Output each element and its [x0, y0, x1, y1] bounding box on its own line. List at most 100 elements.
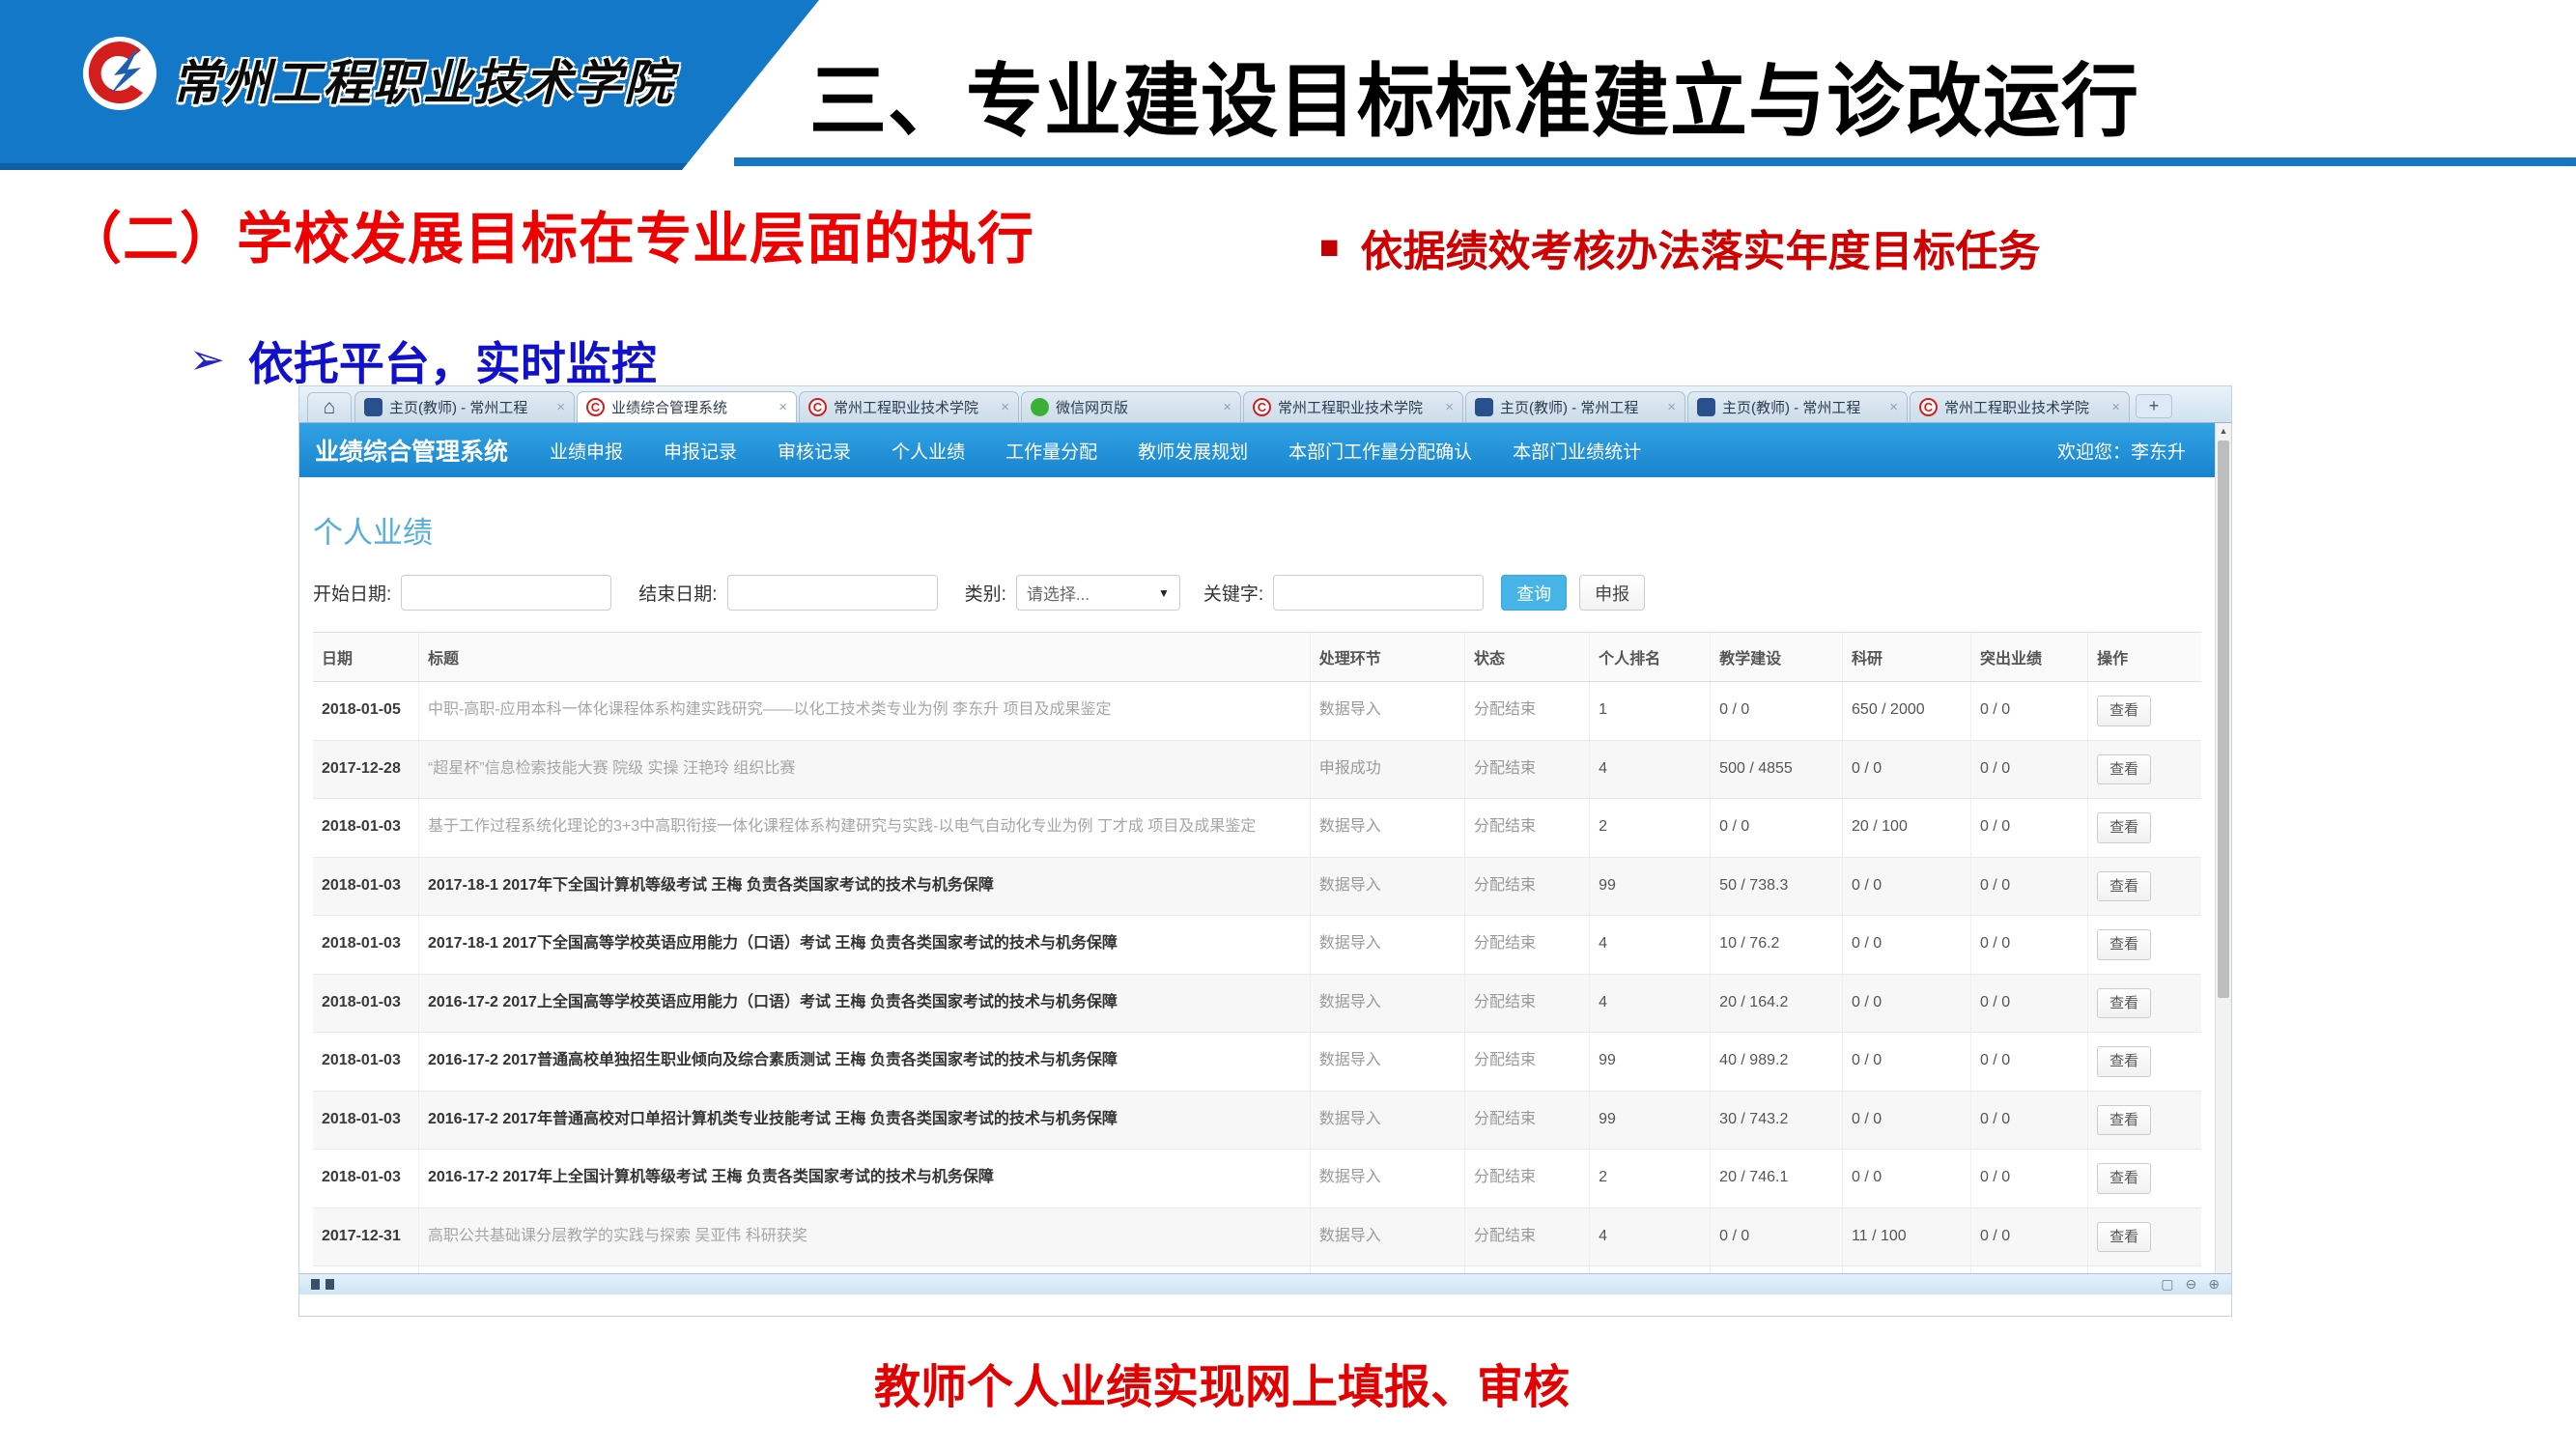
- cell-research: 11 / 100: [1843, 1208, 1971, 1266]
- tab-close-icon[interactable]: ×: [1445, 399, 1454, 415]
- cell-title: 中职-高职-应用本科一体化课程体系构建实践研究——以化工技术类专业为例 李东升 …: [418, 682, 1310, 741]
- scrollbar-thumb[interactable]: [2218, 441, 2229, 998]
- cell-research: 0 / 0: [1843, 916, 1971, 975]
- browser-tab[interactable]: 主页(教师) - 常州工程 ×: [354, 391, 575, 422]
- end-date-input[interactable]: [727, 575, 938, 611]
- table-row: 2018-01-03 2016-17-2 2017年上全国计算机等级考试 王梅 …: [313, 1150, 2201, 1208]
- home-button[interactable]: ⌂: [307, 392, 352, 422]
- table-row: 2018-01-03 2016-17-2 2017上全国高等学校英语应用能力（口…: [313, 974, 2201, 1033]
- browser-tab[interactable]: C 常州工程职业技术学院 ×: [1910, 391, 2130, 422]
- scroll-up-icon[interactable]: ▲: [2216, 423, 2231, 440]
- view-button[interactable]: 查看: [2097, 1105, 2151, 1136]
- cell-rank: 1: [1590, 682, 1711, 741]
- tab-close-icon[interactable]: ×: [778, 399, 787, 415]
- cell-date: 2018-01-03: [313, 857, 418, 916]
- cell-title: “超星杯”信息检索技能大赛 院级 实操 汪艳玲 组织比赛: [418, 740, 1310, 799]
- nav-menu-item[interactable]: 本部门工作量分配确认: [1268, 438, 1492, 464]
- column-header: 个人排名: [1590, 633, 1711, 682]
- browser-tab[interactable]: 主页(教师) - 常州工程 ×: [1687, 391, 1908, 422]
- view-button[interactable]: 查看: [2097, 929, 2151, 960]
- browser-tab[interactable]: C 常州工程职业技术学院 ×: [799, 391, 1019, 422]
- school-favicon-icon: C: [1253, 398, 1271, 416]
- cell-date: 2018-01-03: [313, 1091, 418, 1150]
- nav-menu-item[interactable]: 个人业绩: [871, 438, 985, 464]
- category-label: 类别:: [965, 580, 1006, 606]
- column-header: 状态: [1465, 633, 1590, 682]
- query-button[interactable]: 查询: [1501, 575, 1567, 611]
- view-button[interactable]: 查看: [2097, 812, 2151, 843]
- new-tab-button[interactable]: +: [2136, 394, 2172, 418]
- page-frame-icon[interactable]: ▢: [2161, 1276, 2173, 1293]
- new-tab-icon: +: [2149, 396, 2160, 416]
- cell-status: 分配结束: [1465, 1208, 1590, 1266]
- zoom-in-icon[interactable]: ⊕: [2208, 1276, 2220, 1293]
- table-row: 2018-01-03 2016-17-2 2017年普通高校对口单招计算机类专业…: [313, 1091, 2201, 1150]
- cell-title: 2016-17-2 2017上全国高等学校英语应用能力（口语）考试 王梅 负责各…: [418, 974, 1310, 1033]
- start-date-label: 开始日期:: [313, 580, 391, 606]
- browser-tab[interactable]: 微信网页版 ×: [1021, 391, 1241, 422]
- slide: 常州工程职业技术学院 三、专业建设目标标准建立与诊改运行 （二）学校发展目标在专…: [0, 0, 2576, 1450]
- statusbar-right-icons: ▢ ⊖ ⊕: [2161, 1276, 2220, 1293]
- nav-menu-item[interactable]: 业绩申报: [529, 438, 643, 464]
- column-header: 突出业绩: [1970, 633, 2087, 682]
- school-logo-icon: [81, 35, 158, 117]
- slide-title: 三、专业建设目标标准建立与诊改运行: [809, 37, 2139, 154]
- view-button[interactable]: 查看: [2097, 1222, 2151, 1253]
- view-button[interactable]: 查看: [2097, 871, 2151, 902]
- school-favicon-icon: C: [586, 398, 605, 416]
- keyword-input[interactable]: [1273, 575, 1484, 611]
- browser-tab[interactable]: C 常州工程职业技术学院 ×: [1243, 391, 1463, 422]
- tab-close-icon[interactable]: ×: [1223, 399, 1231, 415]
- app-brand[interactable]: 业绩综合管理系统: [315, 433, 508, 468]
- cell-date: 2018-01-03: [313, 916, 418, 975]
- square-bullet-icon: ■: [1319, 231, 1340, 264]
- tab-label: 常州工程职业技术学院: [1944, 397, 2106, 417]
- table-row: 2018-01-03 基于工作过程系统化理论的3+3中高职衔接一体化课程体系构建…: [313, 799, 2201, 858]
- view-button[interactable]: 查看: [2097, 754, 2151, 785]
- cell-date: 2018-01-03: [313, 799, 418, 858]
- section-heading: （二）学校发展目标在专业层面的执行: [66, 193, 1034, 274]
- category-select[interactable]: 请选择... ▼: [1016, 575, 1180, 611]
- vertical-scrollbar[interactable]: ▲: [2215, 423, 2231, 1294]
- table-row: 2018-01-05 中职-高职-应用本科一体化课程体系构建实践研究——以化工技…: [313, 682, 2201, 741]
- cell-action: 查看: [2088, 974, 2201, 1033]
- view-button[interactable]: 查看: [2097, 1163, 2151, 1194]
- nav-menu-item[interactable]: 工作量分配: [985, 438, 1118, 464]
- view-button[interactable]: 查看: [2097, 696, 2151, 726]
- declare-button[interactable]: 申报: [1579, 575, 1645, 611]
- cell-teaching: 500 / 4855: [1711, 740, 1843, 799]
- cell-rank: 4: [1590, 974, 1711, 1033]
- cell-action: 查看: [2088, 857, 2201, 916]
- arrow-bullet-icon: ➢: [189, 335, 225, 384]
- cell-step: 数据导入: [1310, 799, 1464, 858]
- browser-tab[interactable]: 主页(教师) - 常州工程 ×: [1465, 391, 1685, 422]
- start-date-input[interactable]: [401, 575, 611, 611]
- personal-performance-page: 个人业绩 开始日期: 结束日期: 类别: 请选择... ▼ 关键字:: [299, 508, 2215, 1294]
- tab-close-icon[interactable]: ×: [556, 399, 565, 415]
- table-row: 2017-12-28 “超星杯”信息检索技能大赛 院级 实操 汪艳玲 组织比赛 …: [313, 740, 2201, 799]
- view-button[interactable]: 查看: [2097, 1046, 2151, 1077]
- nav-menu-item[interactable]: 申报记录: [643, 438, 757, 464]
- table-body: 2018-01-05 中职-高职-应用本科一体化课程体系构建实践研究——以化工技…: [313, 682, 2201, 1295]
- tab-close-icon[interactable]: ×: [1889, 399, 1898, 415]
- cell-action: 查看: [2088, 916, 2201, 975]
- cell-action: 查看: [2088, 1208, 2201, 1266]
- tab-close-icon[interactable]: ×: [2111, 399, 2120, 415]
- cell-step: 数据导入: [1310, 1091, 1464, 1150]
- nav-menu-item[interactable]: 本部门业绩统计: [1492, 438, 1661, 464]
- cell-research: 20 / 100: [1843, 799, 1971, 858]
- nav-menu-item[interactable]: 教师发展规划: [1118, 438, 1268, 464]
- browser-tab[interactable]: C 业绩综合管理系统 ×: [577, 391, 797, 422]
- zoom-out-icon[interactable]: ⊖: [2186, 1276, 2197, 1293]
- column-header: 科研: [1843, 633, 1971, 682]
- cell-teaching: 40 / 989.2: [1711, 1033, 1843, 1092]
- tab-close-icon[interactable]: ×: [1001, 399, 1009, 415]
- nav-menu-item[interactable]: 审核记录: [757, 438, 871, 464]
- cell-teaching: 20 / 164.2: [1711, 974, 1843, 1033]
- cell-teaching: 20 / 746.1: [1711, 1150, 1843, 1208]
- tab-close-icon[interactable]: ×: [1667, 399, 1676, 415]
- filter-bar: 开始日期: 结束日期: 类别: 请选择... ▼ 关键字: 查询 申报: [313, 575, 2201, 611]
- view-button[interactable]: 查看: [2097, 988, 2151, 1019]
- table-row: 2017-12-31 高职公共基础课分层教学的实践与探索 吴亚伟 科研获奖 数据…: [313, 1208, 2201, 1266]
- cell-outstanding: 0 / 0: [1970, 799, 2087, 858]
